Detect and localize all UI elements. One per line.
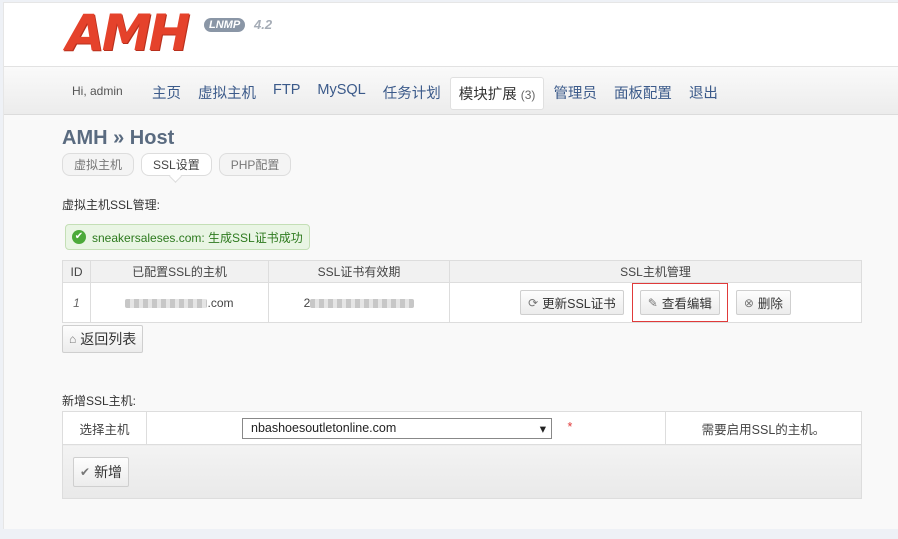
delete-label: 删除: [757, 297, 783, 311]
cell-actions: ⟳ 更新SSL证书 ✎ 查看编辑 ⊗ 删除: [449, 282, 862, 323]
logo[interactable]: AMH LNMP 4.2: [66, 4, 272, 62]
check-circle-icon: ✔: [72, 230, 86, 244]
cell-id: 1: [62, 282, 91, 323]
nav-item-home[interactable]: 主页: [144, 77, 189, 110]
table-header-row: ID 已配置SSL的主机 SSL证书有效期 SSL主机管理: [62, 260, 862, 283]
nav-item-panel-config[interactable]: 面板配置: [606, 77, 680, 110]
pencil-icon: ✎: [647, 295, 658, 310]
page-container: AMH LNMP 4.2 Hi, admin 主页 虚拟主机 FTP MySQL…: [3, 2, 898, 529]
table-row: 1 .com 2 ⟳ 更新SSL证书 ✎ 查看编辑 ⊗ 删除: [62, 282, 862, 323]
subtab-ssl[interactable]: SSL设置: [141, 153, 212, 176]
close-circle-icon: ⊗: [743, 295, 754, 310]
nav-item-modules-label: 模块扩展: [458, 87, 517, 103]
highlight-box: ✎ 查看编辑: [631, 283, 728, 322]
delete-button[interactable]: ⊗ 删除: [735, 290, 791, 315]
redacted-expiry: [310, 298, 415, 308]
main-nav: Hi, admin 主页 虚拟主机 FTP MySQL 任务计划 模块扩展 (3…: [4, 66, 898, 115]
subtab-virtual-host[interactable]: 虚拟主机: [62, 153, 135, 176]
select-host-hint: 需要启用SSL的主机。: [665, 411, 862, 445]
add-button-label: 新增: [94, 463, 123, 480]
col-header-actions: SSL主机管理: [449, 260, 862, 283]
subtabs: 虚拟主机 SSL设置 PHP配置: [62, 153, 298, 176]
nav-item-cron[interactable]: 任务计划: [375, 77, 449, 110]
host-select-value: nbashoesoutletonline.com: [251, 421, 397, 435]
header: AMH LNMP 4.2: [4, 3, 898, 67]
host-suffix: .com: [207, 295, 234, 310]
form-footer-row: ✔ 新增: [62, 444, 862, 499]
logo-text: AMH: [66, 4, 190, 62]
required-mark: *: [567, 420, 573, 435]
form-row: 选择主机 nbashoesoutletonline.com ▾ * 需要启用SS…: [62, 411, 862, 445]
back-to-list-label: 返回列表: [80, 331, 137, 347]
add-button[interactable]: ✔ 新增: [73, 456, 130, 487]
col-header-expiry: SSL证书有效期: [268, 260, 450, 283]
renew-ssl-button[interactable]: ⟳ 更新SSL证书: [520, 290, 624, 315]
cell-expiry: 2: [268, 282, 450, 323]
nav-item-logout[interactable]: 退出: [681, 77, 726, 110]
home-icon: ⌂: [69, 332, 77, 346]
nav-item-virtual-host[interactable]: 虚拟主机: [190, 77, 264, 110]
dropdown-arrow-icon: ▾: [539, 421, 546, 436]
expiry-prefix: 2: [303, 295, 311, 310]
add-section-label: 新增SSL主机:: [62, 394, 137, 408]
logo-version: 4.2: [254, 17, 273, 32]
nav-item-modules-count: (3): [520, 88, 536, 102]
success-text: sneakersaleses.com: 生成SSL证书成功: [92, 230, 303, 245]
nav-item-ftp[interactable]: FTP: [265, 77, 308, 110]
ssl-section-label: 虚拟主机SSL管理:: [62, 198, 161, 212]
logo-badge: LNMP: [204, 18, 246, 32]
action-buttons: ⟳ 更新SSL证书 ✎ 查看编辑 ⊗ 删除: [520, 283, 791, 322]
redacted-host: [125, 298, 208, 308]
page-title: AMH » Host: [62, 127, 175, 149]
view-edit-label: 查看编辑: [661, 297, 712, 311]
select-host-cell: nbashoesoutletonline.com ▾ *: [146, 411, 666, 445]
col-header-host: 已配置SSL的主机: [90, 260, 269, 283]
view-edit-button[interactable]: ✎ 查看编辑: [639, 290, 720, 315]
check-icon: ✔: [80, 464, 91, 479]
nav-greeting: Hi, admin: [72, 84, 123, 98]
add-ssl-form: 选择主机 nbashoesoutletonline.com ▾ * 需要启用SS…: [62, 411, 862, 499]
renew-ssl-label: 更新SSL证书: [542, 297, 616, 311]
nav-item-admin[interactable]: 管理员: [545, 77, 605, 110]
cell-host: .com: [90, 282, 269, 323]
refresh-icon: ⟳: [528, 295, 539, 310]
ssl-host-table: ID 已配置SSL的主机 SSL证书有效期 SSL主机管理 1 .com 2 ⟳: [62, 260, 862, 323]
host-select[interactable]: nbashoesoutletonline.com ▾: [242, 417, 552, 439]
nav-item-modules[interactable]: 模块扩展 (3): [449, 77, 545, 110]
col-header-id: ID: [62, 260, 91, 283]
back-to-list-button[interactable]: ⌂ 返回列表: [62, 325, 144, 353]
nav-item-mysql[interactable]: MySQL: [309, 77, 373, 110]
success-message: ✔ sneakersaleses.com: 生成SSL证书成功: [65, 224, 310, 250]
form-footer-cell: ✔ 新增: [62, 444, 862, 499]
subtab-php[interactable]: PHP配置: [218, 153, 292, 176]
nav-items: 主页 虚拟主机 FTP MySQL 任务计划 模块扩展 (3) 管理员 面板配置…: [144, 77, 727, 110]
select-host-label: 选择主机: [62, 411, 147, 445]
